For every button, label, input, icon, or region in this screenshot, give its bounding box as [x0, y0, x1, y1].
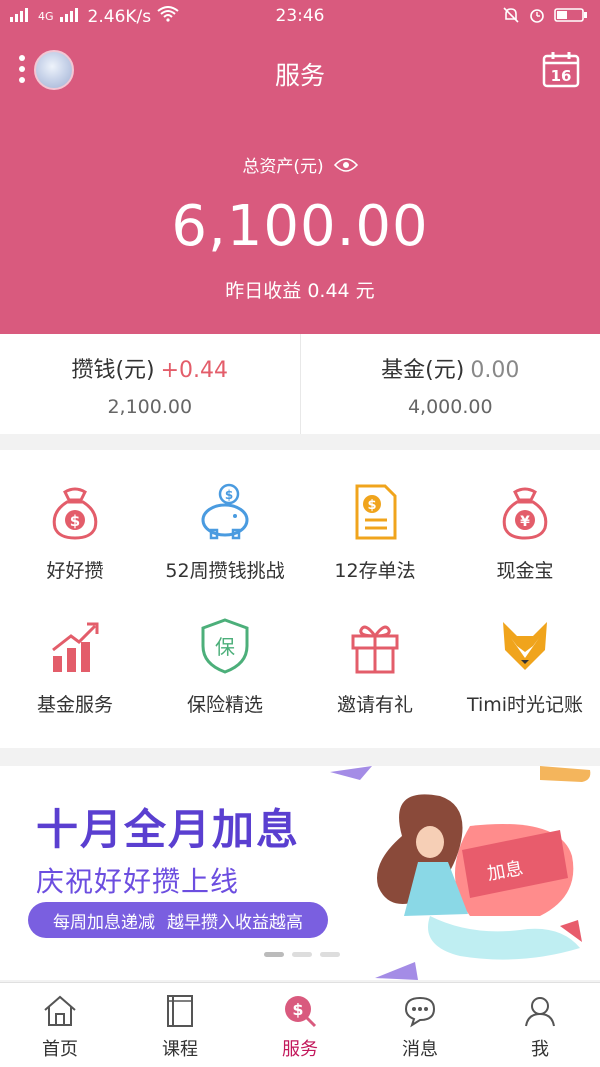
total-asset-value: 6,100.00: [171, 194, 429, 259]
banner-pill-right: 越早攒入收益越高: [167, 912, 303, 933]
service-label: Timi时光记账: [466, 694, 584, 716]
service-icon: $: [285, 996, 317, 1028]
money-bag-dollar-icon: $: [52, 487, 98, 540]
carousel-dot[interactable]: [264, 952, 284, 957]
tab-courses[interactable]: 课程: [120, 983, 240, 1067]
fund-label: 基金(元): [381, 358, 465, 383]
eye-icon[interactable]: [333, 157, 358, 173]
tab-home[interactable]: 首页: [0, 983, 120, 1067]
battery-icon: [554, 7, 588, 28]
savings-account[interactable]: 攒钱(元) +0.44 2,100.00: [0, 334, 300, 434]
service-label: 12存单法: [334, 560, 416, 582]
service-grid: $ 好好攒 $ 52周攒钱挑战 $ 12存单法 ¥ 现金宝 基金服务 保 保险精…: [0, 450, 600, 748]
service-label: 邀请有礼: [336, 694, 413, 716]
service-item-fund[interactable]: 基金服务: [0, 616, 150, 717]
tab-label: 服务: [282, 1039, 318, 1060]
calendar-day: 16: [551, 67, 572, 85]
carousel-dot[interactable]: [320, 952, 340, 957]
service-item-invite[interactable]: 邀请有礼: [300, 616, 450, 717]
savings-delta: +0.44: [160, 358, 229, 383]
asset-header: 服务 16 总资产(元) 6,100.00 昨日收益 0.44 元: [0, 34, 600, 334]
service-label: 基金服务: [36, 694, 113, 716]
service-item-12deposit[interactable]: $ 12存单法: [300, 482, 450, 583]
tab-label: 消息: [402, 1039, 438, 1060]
service-item-52week[interactable]: $ 52周攒钱挑战: [150, 482, 300, 583]
page-title: 服务: [274, 61, 325, 90]
alarm-icon: [528, 6, 546, 29]
svg-text:¥: ¥: [520, 514, 530, 530]
account-summary: 攒钱(元) +0.44 2,100.00 基金(元) 0.00 4,000.00: [0, 334, 600, 434]
mute-icon: [502, 6, 520, 29]
svg-text:$: $: [292, 1000, 303, 1019]
tab-label: 我: [531, 1039, 549, 1060]
total-asset-text: 总资产(元): [242, 157, 324, 177]
service-label: 好好攒: [46, 560, 104, 582]
total-asset-label: 总资产(元): [0, 152, 600, 177]
banner-pill: 每周加息递减 越早攒入收益越高: [28, 902, 328, 938]
banner-pill-left: 每周加息递减: [53, 912, 155, 933]
user-icon: [525, 997, 555, 1027]
carousel-dot[interactable]: [292, 952, 312, 957]
bottom-tab-bar: 首页 课程 $ 服务 消息 我: [0, 982, 600, 1067]
fund-delta: 0.00: [470, 358, 520, 383]
status-right: [502, 6, 588, 29]
book-icon: [167, 995, 193, 1027]
savings-label: 攒钱(元): [71, 358, 155, 383]
shield-bao-icon: 保: [201, 618, 249, 674]
svg-text:$: $: [225, 488, 233, 502]
svg-text:$: $: [367, 498, 376, 513]
tab-label: 课程: [162, 1039, 198, 1060]
chat-icon: [404, 996, 436, 1028]
service-item-insurance[interactable]: 保 保险精选: [150, 616, 300, 717]
home-icon: [44, 995, 76, 1026]
svg-text:$: $: [70, 512, 80, 530]
fund-account[interactable]: 基金(元) 0.00 4,000.00: [299, 334, 600, 434]
banner-subline: 庆祝好好攒上线: [36, 865, 240, 898]
service-item-haohaozan[interactable]: $ 好好攒: [0, 482, 150, 583]
service-item-timi[interactable]: Timi时光记账: [450, 616, 600, 717]
tab-label: 首页: [42, 1039, 78, 1060]
service-label: 现金宝: [496, 560, 554, 582]
document-dollar-icon: $: [355, 484, 397, 540]
yesterday-earnings: 昨日收益 0.44 元: [225, 280, 375, 302]
piggy-bank-icon: $: [201, 483, 249, 540]
service-label: 保险精选: [186, 694, 263, 716]
service-label: 52周攒钱挑战: [165, 560, 285, 582]
status-bar: 4G 2.46K/s 23:46: [0, 0, 600, 34]
fund-value: 4,000.00: [407, 396, 493, 418]
calendar-icon[interactable]: 16: [542, 50, 580, 88]
service-item-xianjinbao[interactable]: ¥ 现金宝: [450, 482, 600, 583]
banner-headline: 十月全月加息: [36, 805, 301, 854]
promo-banner[interactable]: 加息 十月全月加息 庆祝好好攒上线 每周加息递减 越早攒入收益越高: [0, 766, 600, 980]
savings-value: 2,100.00: [107, 396, 193, 418]
tab-me[interactable]: 我: [480, 983, 600, 1067]
money-bag-yen-icon: ¥: [502, 487, 548, 540]
gift-icon: [351, 625, 399, 674]
growth-chart-icon: [52, 622, 99, 672]
svg-text:保: 保: [215, 635, 235, 659]
carousel-dots[interactable]: [264, 952, 340, 957]
tab-messages[interactable]: 消息: [360, 983, 480, 1067]
tab-services[interactable]: $ 服务: [240, 983, 360, 1067]
fox-icon: [503, 622, 547, 670]
